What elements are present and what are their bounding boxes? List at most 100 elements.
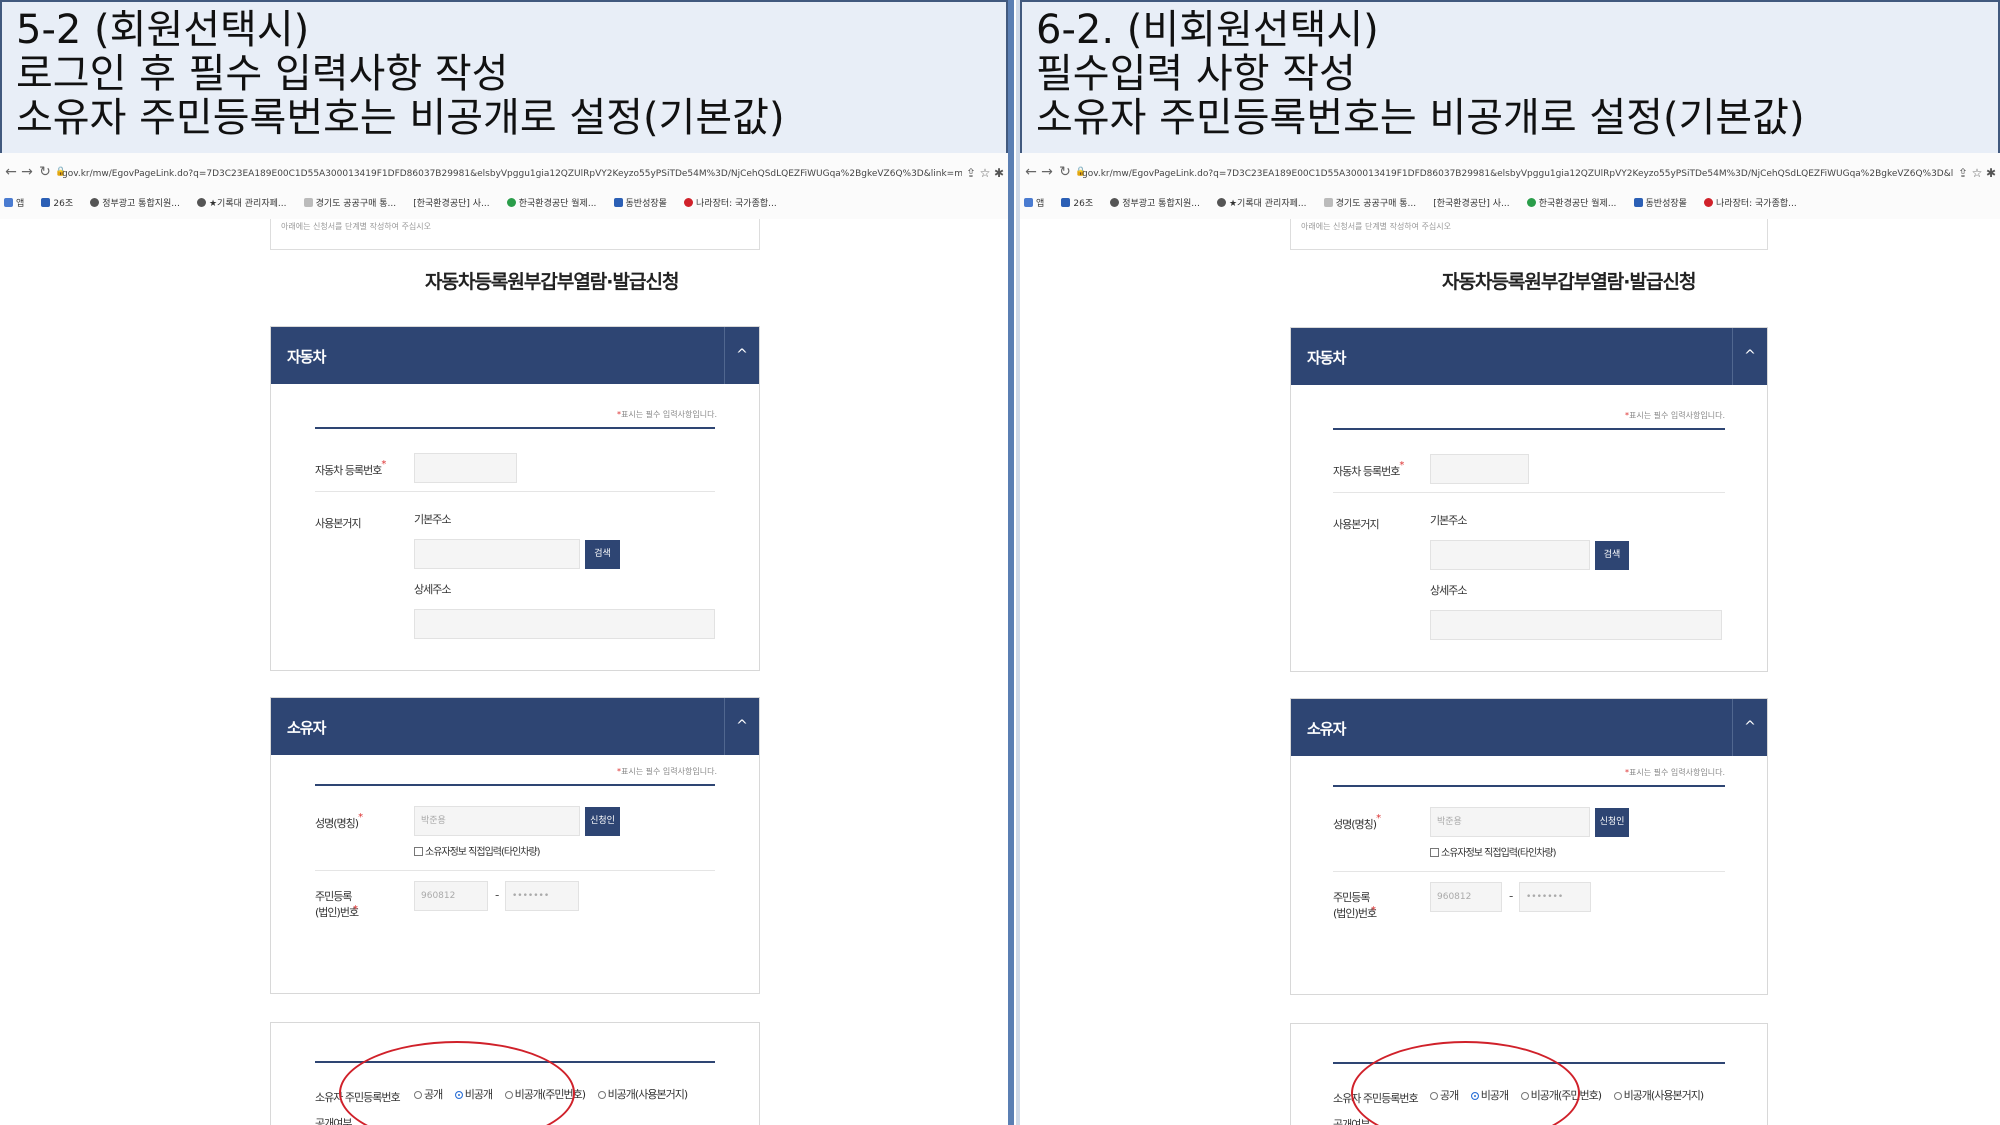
detail-address-label: 상세주소 [1430, 584, 1467, 597]
right-panel: 6-2. (비회원선택시) 필수입력 사항 작성 소유자 주민등록번호는 비공개… [1016, 0, 2000, 1125]
required-note: *표시는 필수 입력사항입니다. [617, 767, 717, 776]
bookmark-icon [506, 198, 516, 207]
page-title: 자동차등록원부갑부열람·발급신청 [425, 271, 679, 293]
owner-name-input[interactable]: 박준용 [1430, 807, 1590, 837]
collapse-icon[interactable]: ^ [1732, 328, 1767, 385]
reload-icon[interactable]: ↻ [1058, 163, 1072, 181]
detail-address-input[interactable] [414, 609, 715, 639]
bookmark-star-icon[interactable]: ☆ [978, 165, 992, 181]
bookmark-label: 동반성장몰 [625, 199, 667, 209]
collapse-icon[interactable]: ^ [1732, 699, 1767, 756]
bookmark-icon [1061, 198, 1071, 207]
rrn-back-input[interactable]: ••••••• [505, 881, 579, 911]
bookmark-label: 동반성장몰 [1645, 199, 1687, 209]
bookmark-star-icon[interactable]: ☆ [1970, 165, 1984, 181]
bookmark-item[interactable]: 26조 [1061, 192, 1093, 215]
url-field[interactable]: gov.kr/mw/EgovPageLink.do?q=7D3C23EA189E… [62, 165, 962, 183]
owner-section-header[interactable]: 소유자 ^ [1291, 699, 1767, 756]
bookmark-label: 26조 [1073, 199, 1094, 209]
bookmarks-bar: 앱 26조 정부광고 통합지원... ★기록대 관리자페... 경기도 공공구매… [4, 191, 988, 215]
section-rule [1333, 428, 1725, 430]
forward-icon[interactable]: → [1040, 163, 1054, 181]
forward-icon[interactable]: → [20, 163, 34, 181]
bookmark-item[interactable]: 한국환경공단 월제... [1526, 192, 1616, 215]
vehicle-section-header[interactable]: 자동차 ^ [271, 327, 759, 384]
extension-icon[interactable]: ✱ [992, 165, 1006, 181]
checkbox-icon[interactable] [414, 847, 423, 856]
bookmark-item[interactable]: 동반성장몰 [1633, 192, 1687, 215]
top-note: 아래에는 신청서를 단계별 작성하여 주십시오 [1301, 222, 1452, 231]
bookmark-item[interactable]: 경기도 공공구매 통... [1323, 192, 1416, 215]
bookmark-label: 나라장터: 국가종합... [696, 199, 777, 209]
bookmark-label: 정부광고 통합지원... [102, 199, 180, 209]
collapse-icon[interactable]: ^ [724, 698, 759, 755]
top-note: 아래에는 신청서를 단계별 작성하여 주십시오 [281, 222, 432, 231]
basic-address-label: 기본주소 [414, 513, 451, 526]
collapse-icon[interactable]: ^ [724, 327, 759, 384]
bookmark-icon [1704, 198, 1714, 207]
right-browser-chrome: ← → ↻ 🔒 gov.kr/mw/EgovPageLink.do?q=7D3C… [1020, 153, 2000, 220]
bookmark-item[interactable]: ★기록대 관리자페... [196, 192, 287, 215]
bookmark-item[interactable]: 한국환경공단 월제... [506, 192, 596, 215]
bookmark-item[interactable]: 나라장터: 국가종합... [684, 192, 777, 215]
bookmark-item[interactable]: 정부광고 통합지원... [90, 192, 180, 215]
radio-private-address[interactable]: 비공개(사용본거지) [597, 1086, 688, 1102]
vehicle-section-header[interactable]: 자동차 ^ [1291, 328, 1767, 385]
bookmark-item[interactable]: [한국환경공단] 사... [413, 192, 489, 215]
rrn-front-input[interactable]: 960812 [414, 881, 488, 911]
bookmark-item[interactable]: 동반성장몰 [613, 192, 667, 215]
bookmark-icon [1216, 198, 1226, 207]
radio-private-address[interactable]: 비공개(사용본거지) [1613, 1087, 1704, 1103]
checkbox-label: 소유자정보 직접입력(타인차량) [425, 847, 541, 858]
top-note-box: 아래에는 신청서를 단계별 작성하여 주십시오 [1290, 219, 1768, 250]
direct-input-checkbox[interactable]: 소유자정보 직접입력(타인차량) [1430, 844, 1557, 859]
back-icon[interactable]: ← [1024, 163, 1038, 181]
address-search-button[interactable]: 검색 [585, 540, 620, 569]
bookmark-item[interactable]: [한국환경공단] 사... [1433, 192, 1509, 215]
rrn-back-input[interactable]: ••••••• [1519, 882, 1591, 912]
share-icon[interactable]: ⇪ [1956, 165, 1970, 181]
bookmark-item[interactable]: 경기도 공공구매 통... [303, 192, 396, 215]
bookmark-label: 앱 [16, 199, 25, 209]
address-label: 사용본거지 [315, 517, 362, 530]
basic-address-input[interactable] [1430, 540, 1590, 570]
detail-address-input[interactable] [1430, 610, 1722, 640]
owner-name-input[interactable]: 박준용 [414, 806, 580, 836]
reg-no-label: 자동차 등록번호* [315, 459, 386, 477]
address-search-button[interactable]: 검색 [1595, 541, 1629, 570]
bookmark-apps[interactable]: 앱 [1024, 192, 1044, 215]
vehicle-section-title: 자동차 [287, 348, 326, 366]
extension-icon[interactable]: ✱ [1984, 165, 1998, 181]
bookmark-label: 정부광고 통합지원... [1122, 199, 1200, 209]
bookmark-item[interactable]: 정부광고 통합지원... [1110, 192, 1200, 215]
radio-icon[interactable] [1613, 1092, 1622, 1100]
checkbox-icon[interactable] [1430, 848, 1439, 857]
bookmark-icon [196, 198, 206, 207]
bookmark-label: ★기록대 관리자페... [208, 199, 287, 209]
rrn-front-input[interactable]: 960812 [1430, 882, 1502, 912]
owner-section-header[interactable]: 소유자 ^ [271, 698, 759, 755]
owner-section: 소유자 ^ *표시는 필수 입력사항입니다. 성명(명칭)* 박준용 신청인 소… [270, 697, 760, 994]
bookmark-item[interactable]: 나라장터: 국가종합... [1704, 192, 1797, 215]
back-icon[interactable]: ← [4, 163, 18, 181]
reg-no-input[interactable] [1430, 454, 1529, 484]
bookmark-label: [한국환경공단] 사... [413, 199, 490, 209]
right-caption-line-1: 6-2. (비회원선택시) [1036, 7, 1379, 53]
direct-input-checkbox[interactable]: 소유자정보 직접입력(타인차량) [414, 843, 541, 858]
applicant-button[interactable]: 신청인 [585, 807, 620, 836]
url-field[interactable]: gov.kr/mw/EgovPageLink.do?q=7D3C23EA189E… [1082, 165, 1954, 183]
reg-no-input[interactable] [414, 453, 517, 483]
bookmark-apps[interactable]: 앱 [4, 192, 24, 215]
radio-icon[interactable] [597, 1091, 606, 1099]
left-caption-line-1: 5-2 (회원선택시) [16, 7, 310, 53]
rrn-label: 주민등록 (법인)번호 * [315, 890, 359, 919]
applicant-button[interactable]: 신청인 [1595, 808, 1629, 837]
bookmark-item[interactable]: ★기록대 관리자페... [1216, 192, 1306, 215]
owner-section: 소유자 ^ *표시는 필수 입력사항입니다. 성명(명칭)* 박준용 신청인 소… [1290, 698, 1768, 995]
share-icon[interactable]: ⇪ [964, 165, 978, 181]
owner-name-label: 성명(명칭)* [315, 812, 363, 830]
vehicle-section: 자동차 ^ *표시는 필수 입력사항입니다. 자동차 등록번호* 사용본거지 기… [270, 326, 760, 671]
reload-icon[interactable]: ↻ [38, 163, 52, 181]
basic-address-input[interactable] [414, 539, 580, 569]
bookmark-item[interactable]: 26조 [41, 192, 73, 215]
